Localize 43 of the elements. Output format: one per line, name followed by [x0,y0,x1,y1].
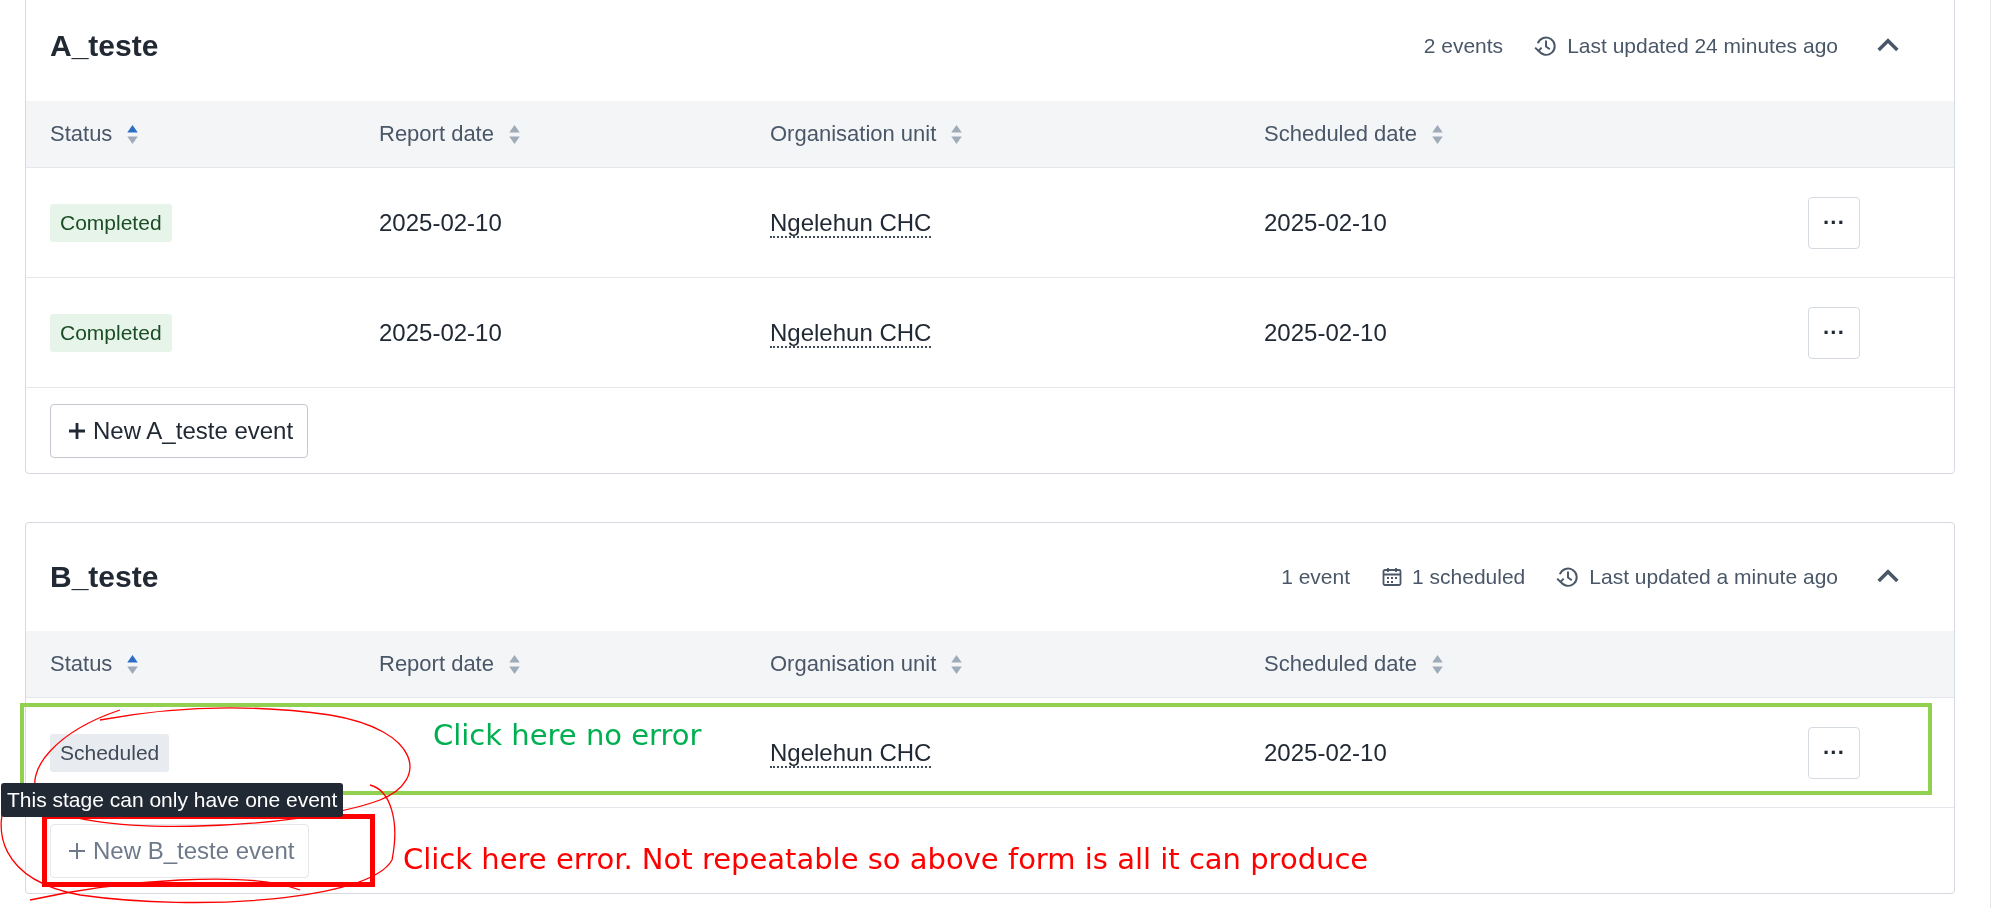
sort-icon[interactable] [1430,123,1444,145]
column-header: Status [50,651,113,677]
stage-meta: 1 event [1281,565,1351,589]
table-cell: 2025-02-10 [1264,738,1387,766]
column-header: Scheduled date [1264,121,1417,147]
stage-title: A_teste [50,29,159,63]
plus-icon [67,420,87,441]
org-unit-link[interactable]: Ngelehun CHC [770,318,932,348]
annotation-note: Click here no error [433,718,702,752]
stage-meta: 2 events [1423,34,1504,58]
sort-icon[interactable] [126,123,140,145]
sort-icon[interactable] [507,653,521,675]
stage-meta: Last updated a minute ago [1589,565,1838,589]
more-button[interactable]: ··· [1808,196,1860,249]
plus-icon [67,840,87,861]
sort-icon[interactable] [950,123,964,145]
new-event-button[interactable]: New A_teste event [50,403,309,458]
sort-icon[interactable] [1430,653,1444,675]
stage-title: B_teste [50,560,159,594]
table-cell: 2025-02-10 [379,208,502,236]
org-unit-link[interactable]: Ngelehun CHC [770,738,932,768]
column-header: Report date [379,121,494,147]
org-unit-link[interactable]: Ngelehun CHC [770,208,932,238]
column-header: Status [50,121,113,147]
status-badge: Scheduled [50,733,170,772]
sort-icon[interactable] [950,653,964,675]
column-header: Organisation unit [770,121,937,147]
status-badge: Completed [50,203,172,242]
tooltip: This stage can only have one event [1,783,344,817]
table-cell: 2025-02-10 [379,318,502,346]
column-header: Scheduled date [1264,651,1417,677]
table-cell: 2025-02-10 [1264,208,1387,236]
sort-icon[interactable] [507,123,521,145]
column-header: Report date [379,651,494,677]
column-header: Organisation unit [770,651,937,677]
status-badge: Completed [50,313,172,352]
stage-meta: 1 scheduled [1412,565,1526,589]
sort-icon[interactable] [126,653,140,675]
annotation-note: Click here error. Not repeatable so above form is all it can produce [403,842,1369,876]
more-button[interactable]: ··· [1808,306,1860,359]
more-button[interactable]: ··· [1808,726,1860,779]
table-cell: 2025-02-10 [1264,318,1387,346]
stage-meta: Last updated 24 minutes ago [1567,34,1838,58]
